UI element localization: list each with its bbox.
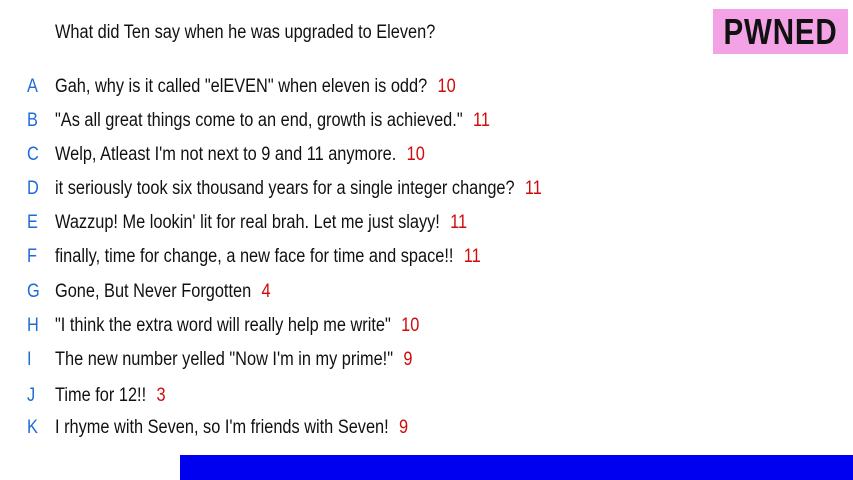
answer-score: 10 (437, 76, 456, 97)
answer-letter: D (27, 178, 39, 199)
answer-row-a: A Gah, why is it called "elEVEN" when el… (0, 74, 853, 100)
answer-score: 11 (472, 110, 490, 131)
answer-text: The new number yelled "Now I'm in my pri… (55, 349, 394, 370)
answer-letter: H (27, 315, 39, 336)
answer-row-j: J Time for 12!! 3 (0, 383, 853, 409)
answer-letter: A (27, 76, 38, 97)
answer-text: finally, time for change, a new face for… (55, 246, 454, 267)
answer-row-d: D it seriously took six thousand years f… (0, 176, 853, 202)
answer-score: 9 (403, 349, 413, 370)
answer-letter: G (27, 281, 40, 302)
answer-text: "I think the extra word will really help… (55, 315, 391, 336)
answer-score: 4 (261, 281, 271, 302)
answer-row-i: I The new number yelled "Now I'm in my p… (0, 347, 853, 373)
answer-score: 3 (156, 385, 166, 406)
answer-text: I rhyme with Seven, so I'm friends with … (55, 417, 389, 438)
answer-text: Wazzup! Me lookin' lit for real brah. Le… (55, 212, 440, 233)
answer-letter: K (27, 417, 38, 438)
answer-score: 11 (463, 246, 481, 267)
answer-row-k: K I rhyme with Seven, so I'm friends wit… (0, 415, 853, 441)
answer-text: "As all great things come to an end, gro… (55, 110, 463, 131)
answer-letter: F (27, 246, 37, 267)
answer-row-g: G Gone, But Never Forgotten 4 (0, 279, 853, 305)
answer-score: 9 (399, 417, 409, 438)
answer-text: Gah, why is it called "elEVEN" when elev… (55, 76, 428, 97)
answer-row-f: F finally, time for change, a new face f… (0, 244, 853, 270)
answer-text: it seriously took six thousand years for… (55, 178, 515, 199)
answer-list: A Gah, why is it called "elEVEN" when el… (0, 0, 853, 480)
answer-row-e: E Wazzup! Me lookin' lit for real brah. … (0, 210, 853, 236)
answer-letter: J (27, 385, 36, 406)
bottom-banner-bar (180, 455, 853, 480)
answer-row-b: B "As all great things come to an end, g… (0, 108, 853, 134)
answer-text: Gone, But Never Forgotten (55, 281, 252, 302)
answer-letter: C (27, 144, 39, 165)
answer-letter: I (27, 349, 32, 370)
answer-score: 10 (401, 315, 420, 336)
answer-letter: B (27, 110, 38, 131)
answer-score: 11 (450, 212, 468, 233)
answer-text: Time for 12!! (55, 385, 147, 406)
answer-score: 11 (524, 178, 542, 199)
answer-row-h: H "I think the extra word will really he… (0, 313, 853, 339)
answer-letter: E (27, 212, 38, 233)
answer-row-c: C Welp, Atleast I'm not next to 9 and 11… (0, 142, 853, 168)
answer-text: Welp, Atleast I'm not next to 9 and 11 a… (55, 144, 397, 165)
answer-score: 10 (406, 144, 425, 165)
